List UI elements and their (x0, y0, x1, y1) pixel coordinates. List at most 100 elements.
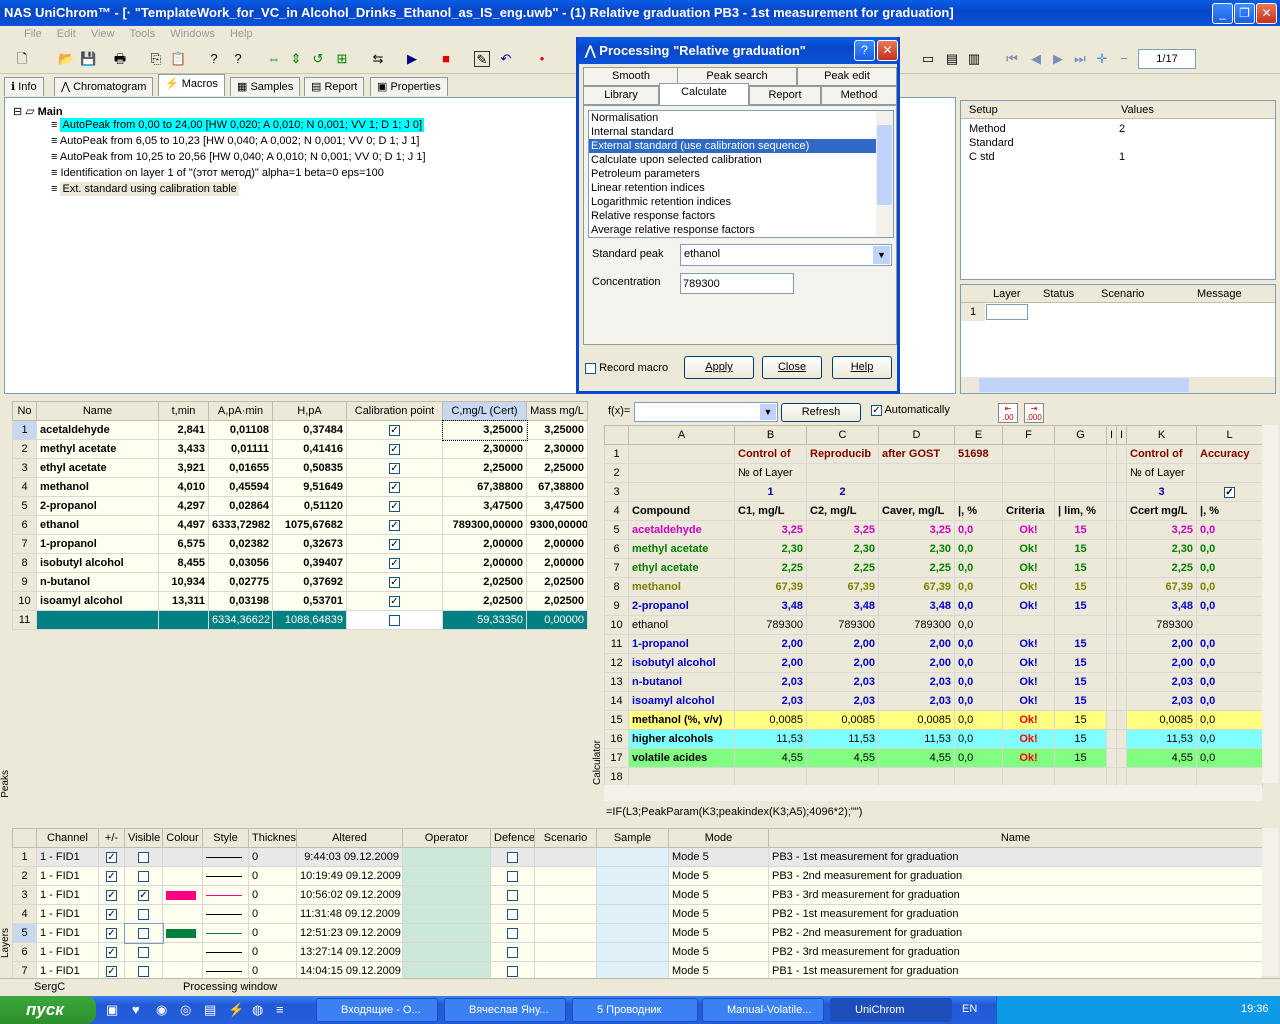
layer-colour-cell[interactable] (162, 942, 203, 962)
method-list[interactable]: Normalisation Internal standard External s… (588, 110, 894, 238)
calc-cell[interactable]: 2,25 (806, 558, 879, 578)
calc-cell[interactable]: isobutyl alcohol (628, 653, 735, 673)
calc-cell[interactable]: 0,0 (1196, 748, 1263, 768)
calc-cell[interactable] (1106, 767, 1117, 787)
calc-cell[interactable]: |, % (1196, 501, 1263, 521)
calc-cell[interactable]: Ok! (1002, 596, 1055, 616)
col-concentration[interactable]: C,mg/L (Cert) (442, 401, 527, 421)
layer-sample[interactable] (596, 866, 669, 886)
calc-cell[interactable]: 2,25 (878, 558, 955, 578)
chevron-down-icon[interactable]: ▼ (760, 404, 776, 420)
calc-cell[interactable]: 3,48 (1126, 596, 1197, 616)
layer-visible-check[interactable] (138, 908, 149, 920)
calc-cell[interactable] (1116, 444, 1127, 464)
setup-value[interactable]: 2 (1119, 123, 1125, 135)
calc-cell[interactable] (1106, 463, 1117, 483)
layer-plusminus-check[interactable]: ✓ (106, 889, 117, 901)
calc-col-a[interactable]: A (628, 425, 735, 445)
col-plusminus[interactable]: +/- (98, 828, 125, 848)
layout-icon[interactable]: ▭ (920, 51, 936, 67)
calc-cell[interactable]: 2,03 (1126, 691, 1197, 711)
layer-thickness[interactable]: 0 (248, 904, 297, 924)
calc-cell[interactable]: 3,25 (1126, 520, 1197, 540)
tab-chromatogram[interactable]: ⋀ Chromatogram (54, 77, 154, 96)
calc-cell[interactable]: 3,48 (806, 596, 879, 616)
calc-cell[interactable] (1106, 710, 1117, 730)
calc-col-b[interactable]: B (734, 425, 807, 445)
calc-cell[interactable]: 2,00 (734, 653, 807, 673)
layer-defence-cell[interactable] (490, 923, 535, 943)
calc-cell[interactable]: 0,0 (954, 729, 1003, 749)
calc-cell[interactable]: 0,0 (1196, 729, 1263, 749)
calc-cell[interactable] (1116, 691, 1127, 711)
context-help-icon[interactable]: ? (230, 51, 246, 67)
calc-col-d[interactable]: D (878, 425, 955, 445)
calc-cell[interactable] (1196, 615, 1263, 635)
quicklaunch-icon[interactable]: ≡ (276, 1002, 284, 1017)
layer-operator[interactable] (402, 923, 491, 943)
calc-cell[interactable]: Ok! (1002, 539, 1055, 559)
calc-cell[interactable] (734, 767, 807, 787)
calc-row[interactable]: 12 isobutyl alcohol 2,00 2,00 2,00 0,0 Ok! 15 2,… (604, 653, 1263, 673)
calc-cell[interactable] (1116, 577, 1127, 597)
layer-sample[interactable] (596, 847, 669, 867)
calc-cell[interactable] (1126, 767, 1197, 787)
layer-sample[interactable] (596, 904, 669, 924)
calc-cell[interactable]: 15 (1054, 520, 1107, 540)
calc-cell[interactable] (1116, 748, 1127, 768)
calc-cell[interactable]: | lim, % (1054, 501, 1107, 521)
calc-cell[interactable]: 15 (1054, 596, 1107, 616)
tab-report[interactable]: ▤ Report (304, 77, 365, 96)
calibration-point-cell[interactable]: ✓ (346, 515, 443, 535)
calc-col-k[interactable]: K (1126, 425, 1197, 445)
calc-cell[interactable]: 2,00 (1126, 653, 1197, 673)
task-inbox[interactable]: Входящие - О... (316, 998, 438, 1022)
minimize-button[interactable]: _ (1212, 3, 1233, 24)
peak-total-row[interactable]: 11 6334,36622 1088,64839 59,33350 0,00000 (12, 610, 588, 630)
peak-row[interactable]: 4 methanol 4,010 0,45594 9,51649 ✓ 67,38800 67,… (12, 477, 588, 497)
calc-cell[interactable]: Ok! (1002, 710, 1055, 730)
horizontal-arrows-icon[interactable]: ⇔ (266, 51, 282, 67)
layer-visible-cell[interactable] (123, 922, 164, 944)
tab-info[interactable]: ℹ Info (4, 77, 44, 96)
calc-cell[interactable] (1054, 482, 1107, 502)
calc-cell[interactable]: 2-propanol (628, 596, 735, 616)
plus-icon[interactable]: ✛ (1094, 51, 1110, 67)
layer-operator[interactable] (402, 904, 491, 924)
play-icon[interactable]: ▶ (404, 51, 420, 67)
layer-visible-cell[interactable] (124, 866, 163, 886)
layer-plusminus-check[interactable]: ✓ (106, 965, 117, 977)
col-visible[interactable]: Visible (124, 828, 163, 848)
layer-operator[interactable] (402, 866, 491, 886)
col-calibration-point[interactable]: Calibration point (346, 401, 443, 421)
col-scenario[interactable]: Scenario (534, 828, 597, 848)
peak-row[interactable]: 8 isobutyl alcohol 8,455 0,03056 0,39407 ✓ 2,0… (12, 553, 588, 573)
calc-cell[interactable] (1002, 482, 1055, 502)
calc-cell[interactable]: Control of (734, 444, 807, 464)
decimal-decrease-icon[interactable]: ⇤ .00 (998, 403, 1018, 423)
layer-defence-check[interactable] (507, 870, 518, 882)
method-list-item[interactable]: Relative response factors (589, 209, 893, 223)
calc-cell[interactable]: 2,00 (878, 653, 955, 673)
calc-cell[interactable]: 0,0085 (734, 710, 807, 730)
calibration-point-cell[interactable]: ✓ (346, 534, 443, 554)
layer-scenario[interactable] (534, 866, 597, 886)
macro-item[interactable]: ≡ Identification on layer 1 of "(этот ме… (51, 167, 384, 179)
setup-value[interactable]: 1 (1119, 151, 1125, 163)
record-macro-checkbox[interactable]: Record macro (585, 362, 668, 374)
calc-cell[interactable]: 2,03 (878, 691, 955, 711)
calc-cell[interactable] (806, 767, 879, 787)
calc-cell[interactable]: 2,30 (1126, 539, 1197, 559)
calc-cell[interactable] (1116, 615, 1127, 635)
layer-defence-check[interactable] (507, 946, 518, 958)
calc-cell[interactable]: 3 (1126, 482, 1197, 502)
calc-cell[interactable]: Ok! (1002, 672, 1055, 692)
calc-cell[interactable]: 0,0 (954, 558, 1003, 578)
calc-cell[interactable]: 3,25 (806, 520, 879, 540)
calc-cell[interactable] (1116, 767, 1127, 787)
layer-visible-cell[interactable] (124, 847, 163, 867)
calc-row[interactable]: 11 1-propanol 2,00 2,00 2,00 0,0 Ok! 15 2,00 0,0 (604, 634, 1263, 654)
layer-row[interactable]: 11 - FID1 ✓ 0 9:44:03 09.12.2009 Mode 5 PB3 -… (12, 847, 1263, 867)
calc-cell[interactable]: 1 (734, 482, 807, 502)
peak-row[interactable]: 1 acetaldehyde 2,841 0,01108 0,37484 ✓ 3,25000… (12, 419, 588, 441)
